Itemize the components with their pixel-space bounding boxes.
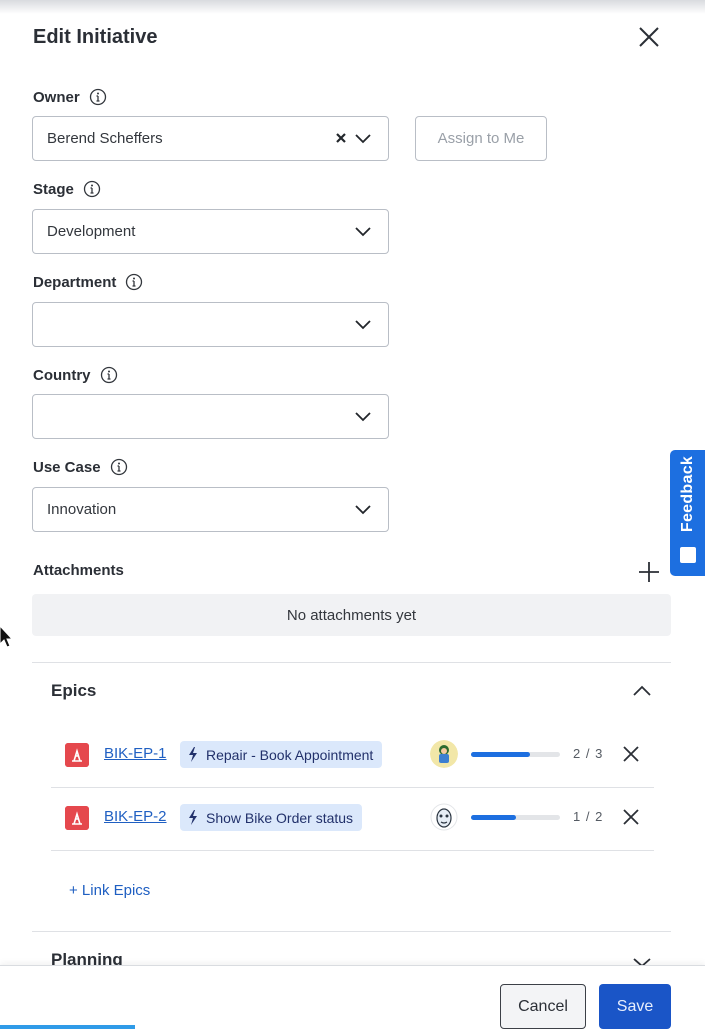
stage-select[interactable]: Development [32, 209, 389, 254]
assign-to-me-button[interactable]: Assign to Me [415, 116, 547, 161]
add-attachment-plus-icon[interactable] [637, 560, 661, 584]
epics-section-title: Epics [51, 681, 97, 700]
owner-select[interactable]: Berend Scheffers [32, 116, 389, 161]
epic-key-link[interactable]: BIK-EP-2 [104, 808, 167, 825]
chevron-down-icon[interactable] [354, 131, 372, 145]
feedback-logo-icon [680, 547, 696, 563]
cancel-button[interactable]: Cancel [500, 984, 586, 1029]
use-case-select[interactable]: Innovation [32, 487, 389, 532]
chevron-up-icon[interactable] [632, 683, 652, 699]
feedback-label: Feedback [678, 455, 696, 533]
owner-label-text: Owner [33, 88, 80, 106]
department-label-text: Department [33, 273, 117, 291]
save-button[interactable]: Save [599, 984, 671, 1029]
attachments-empty-state: No attachments yet [32, 594, 671, 636]
stage-label-text: Stage [33, 180, 74, 198]
epic-progress-fill [471, 815, 516, 820]
country-select[interactable] [32, 394, 389, 439]
unlink-epic-close-icon[interactable] [621, 807, 641, 827]
stage-label: Stage [33, 180, 101, 198]
chevron-down-icon[interactable] [354, 317, 372, 331]
epic-name: Show Bike Order status [206, 809, 354, 826]
dialog-footer: Cancel Save [0, 965, 705, 1029]
assignee-avatar [430, 740, 458, 768]
dialog-title: Edit Initiative [33, 26, 158, 48]
epic-progress-text: 2 / 3 [573, 746, 604, 761]
attachments-label: Attachments [33, 562, 124, 579]
epic-icon [65, 806, 89, 830]
epic-key-link[interactable]: BIK-EP-1 [104, 745, 167, 762]
info-icon[interactable] [89, 88, 107, 106]
unlink-epic-close-icon[interactable] [621, 744, 641, 764]
mouse-cursor-icon [0, 626, 14, 648]
use-case-value: Innovation [47, 501, 117, 518]
chevron-down-icon[interactable] [354, 409, 372, 423]
epic-name-chip[interactable]: Show Bike Order status [180, 804, 363, 831]
chevron-down-icon[interactable] [354, 502, 372, 516]
department-label: Department [33, 273, 143, 291]
clear-icon[interactable] [334, 131, 348, 145]
use-case-label: Use Case [33, 458, 128, 476]
loading-bar [0, 1025, 135, 1029]
divider [32, 931, 671, 932]
epic-row: BIK-EP-1 Repair - Book Appointment 2 / 3 [51, 724, 654, 786]
info-icon[interactable] [110, 458, 128, 476]
stage-value: Development [47, 223, 136, 240]
bolt-icon [189, 747, 197, 762]
feedback-tab[interactable]: Feedback [670, 450, 705, 576]
department-select[interactable] [32, 302, 389, 347]
country-label: Country [33, 366, 118, 384]
bolt-icon [189, 810, 197, 825]
epic-name: Repair - Book Appointment [206, 746, 374, 763]
epic-progress-text: 1 / 2 [573, 809, 604, 824]
assignee-avatar [430, 803, 458, 831]
epic-name-chip[interactable]: Repair - Book Appointment [180, 741, 383, 768]
epic-progress-bar [471, 752, 560, 757]
epic-progress-bar [471, 815, 560, 820]
info-icon[interactable] [125, 273, 143, 291]
epic-row: BIK-EP-2 Show Bike Order status 1 / 2 [51, 787, 654, 849]
divider [32, 662, 671, 663]
close-icon[interactable] [636, 24, 662, 50]
country-label-text: Country [33, 366, 91, 384]
top-shade [0, 0, 705, 14]
epic-progress-fill [471, 752, 531, 757]
use-case-label-text: Use Case [33, 458, 101, 476]
divider [51, 850, 654, 851]
chevron-down-icon[interactable] [354, 224, 372, 238]
info-icon[interactable] [83, 180, 101, 198]
info-icon[interactable] [100, 366, 118, 384]
owner-label: Owner [33, 88, 107, 106]
link-epics-button[interactable]: + Link Epics [69, 882, 150, 899]
epic-icon [65, 743, 89, 767]
